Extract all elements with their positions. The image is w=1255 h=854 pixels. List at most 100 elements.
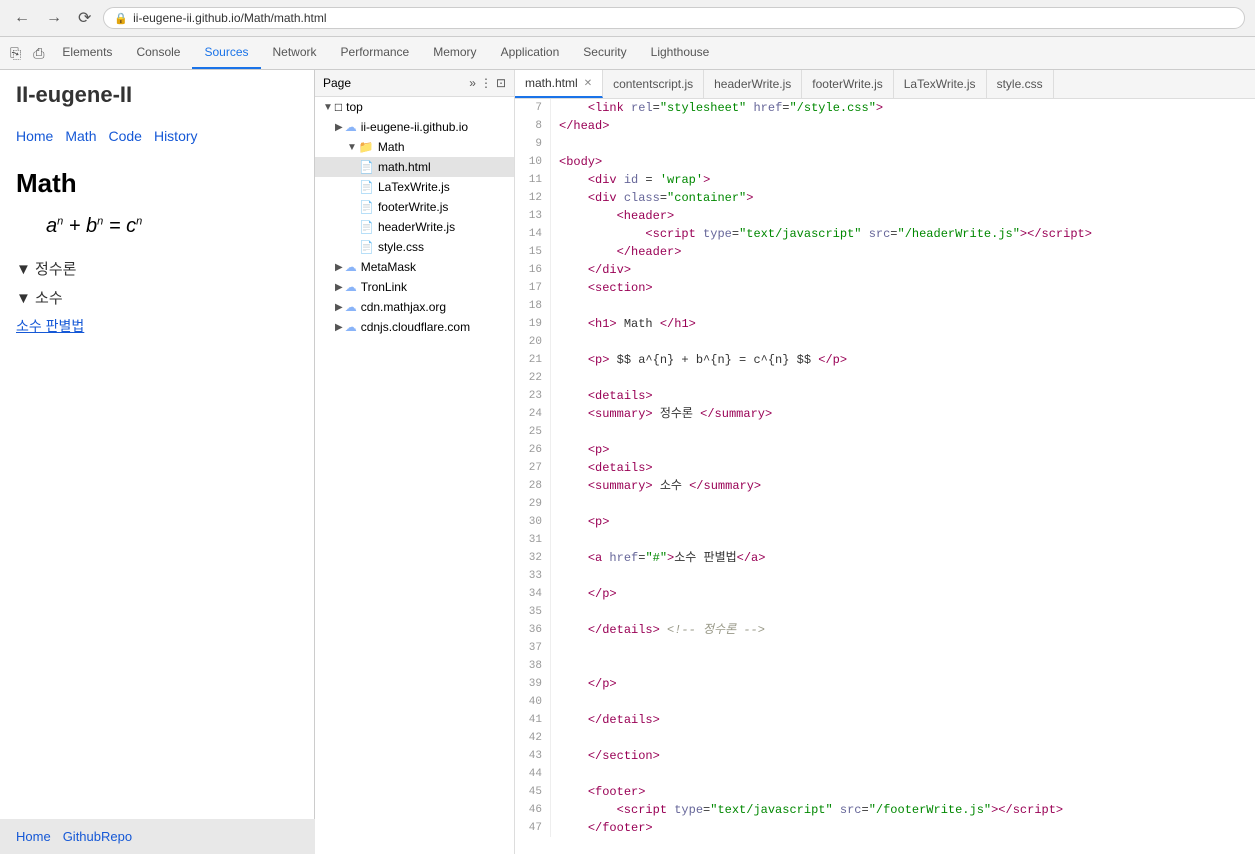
line-number-32: 32 <box>515 549 551 567</box>
tree-item-latex[interactable]: 📄 LaTexWrite.js <box>315 177 514 197</box>
back-button[interactable]: ← <box>10 7 34 29</box>
file-tree: Page » ⋮ ⊡ ▼ □ top ▶ ☁ ii-eugene-ii.gith… <box>315 70 515 854</box>
tree-toggle-button[interactable]: ⊡ <box>496 76 506 90</box>
code-content-41: </details> <box>559 711 660 729</box>
source-tab-style-label: style.css <box>997 77 1043 91</box>
tree-item-tronlink[interactable]: ▶ ☁ TronLink <box>315 277 514 297</box>
tree-item-math-html[interactable]: 📄 math.html <box>315 157 514 177</box>
tab-lighthouse[interactable]: Lighthouse <box>639 37 722 69</box>
site-content: Math an + bn = cn ▼ 정수론 ▼ 소수 소수 판별법 <box>0 152 314 352</box>
source-tab-contentscript[interactable]: contentscript.js <box>603 70 704 98</box>
code-line-26: 26 <p> <box>515 441 1255 459</box>
footer-home[interactable]: Home <box>16 829 51 844</box>
tree-label-top: top <box>346 100 363 114</box>
tree-item-header[interactable]: 📄 headerWrite.js <box>315 217 514 237</box>
section-toggle-prime[interactable]: ▼ 소수 <box>16 287 298 308</box>
source-tab-math-html-close[interactable]: ✕ <box>584 78 592 89</box>
code-line-16: 16 </div> <box>515 261 1255 279</box>
tree-label-footer: footerWrite.js <box>378 200 448 214</box>
tree-arrow-top: ▼ <box>323 102 333 113</box>
file-icon-latex: 📄 <box>359 180 374 194</box>
forward-button[interactable]: → <box>42 7 66 29</box>
address-bar[interactable]: 🔒 ii-eugene-ii.github.io/Math/math.html <box>103 7 1245 29</box>
source-tab-style[interactable]: style.css <box>987 70 1054 98</box>
nav-home[interactable]: Home <box>16 128 53 144</box>
tree-item-metamask[interactable]: ▶ ☁ MetaMask <box>315 257 514 277</box>
line-number-20: 20 <box>515 333 551 351</box>
line-number-19: 19 <box>515 315 551 333</box>
code-area[interactable]: 7 <link rel="stylesheet" href="/style.cs… <box>515 99 1255 854</box>
url-text: ii-eugene-ii.github.io/Math/math.html <box>133 11 326 25</box>
code-line-27: 27 <details> <box>515 459 1255 477</box>
line-number-11: 11 <box>515 171 551 189</box>
code-line-45: 45 <footer> <box>515 783 1255 801</box>
code-line-43: 43 </section> <box>515 747 1255 765</box>
tree-item-style[interactable]: 📄 style.css <box>315 237 514 257</box>
device-icon-button[interactable]: ⎙ <box>27 41 50 66</box>
tab-console[interactable]: Console <box>124 37 192 69</box>
line-number-44: 44 <box>515 765 551 783</box>
source-tab-math-html[interactable]: math.html ✕ <box>515 70 603 98</box>
inspect-icon-button[interactable]: ⎘ <box>4 41 27 66</box>
line-number-14: 14 <box>515 225 551 243</box>
site-header: II-eugene-II <box>0 70 314 120</box>
code-line-35: 35 <box>515 603 1255 621</box>
line-number-36: 36 <box>515 621 551 639</box>
code-content-28: <summary> 소수 </summary> <box>559 477 761 495</box>
tab-memory[interactable]: Memory <box>421 37 488 69</box>
tree-item-iieugene[interactable]: ▶ ☁ ii-eugene-ii.github.io <box>315 117 514 137</box>
tree-item-math[interactable]: ▼ 📁 Math <box>315 137 514 157</box>
footer-github[interactable]: GithubRepo <box>63 829 132 844</box>
code-line-18: 18 <box>515 297 1255 315</box>
code-content-21: <p> $$ a^{n} + b^{n} = c^{n} $$ </p> <box>559 351 847 369</box>
tree-more-button[interactable]: » <box>469 76 476 90</box>
code-content-15: </header> <box>559 243 681 261</box>
tab-network[interactable]: Network <box>261 37 329 69</box>
tree-arrow-tronlink: ▶ <box>335 282 343 293</box>
code-line-42: 42 <box>515 729 1255 747</box>
code-content-24: <summary> 정수론 </summary> <box>559 405 772 423</box>
code-line-9: 9 <box>515 135 1255 153</box>
tree-item-top[interactable]: ▼ □ top <box>315 97 514 117</box>
source-tab-latexwrite[interactable]: LaTexWrite.js <box>894 70 987 98</box>
line-number-37: 37 <box>515 639 551 657</box>
code-content-19: <h1> Math </h1> <box>559 315 696 333</box>
code-line-13: 13 <header> <box>515 207 1255 225</box>
source-tab-footerwrite[interactable]: footerWrite.js <box>802 70 893 98</box>
reload-button[interactable]: ⟳ <box>74 6 95 30</box>
code-line-47: 47 </footer> <box>515 819 1255 837</box>
line-number-25: 25 <box>515 423 551 441</box>
tab-application[interactable]: Application <box>489 37 572 69</box>
code-content-45: <footer> <box>559 783 645 801</box>
line-number-13: 13 <box>515 207 551 225</box>
line-number-28: 28 <box>515 477 551 495</box>
code-line-17: 17 <section> <box>515 279 1255 297</box>
tree-item-footer[interactable]: 📄 footerWrite.js <box>315 197 514 217</box>
tree-label-mathjax: cdn.mathjax.org <box>361 300 446 314</box>
source-tab-math-html-label: math.html <box>525 76 578 90</box>
tab-performance[interactable]: Performance <box>329 37 422 69</box>
nav-math[interactable]: Math <box>65 128 96 144</box>
line-number-34: 34 <box>515 585 551 603</box>
section-toggle-integers[interactable]: ▼ 정수론 <box>16 258 298 279</box>
line-number-40: 40 <box>515 693 551 711</box>
tab-elements[interactable]: Elements <box>50 37 124 69</box>
line-number-23: 23 <box>515 387 551 405</box>
code-line-31: 31 <box>515 531 1255 549</box>
code-line-8: 8</head> <box>515 117 1255 135</box>
tree-item-mathjax[interactable]: ▶ ☁ cdn.mathjax.org <box>315 297 514 317</box>
nav-code[interactable]: Code <box>108 128 141 144</box>
code-content-11: <div id = 'wrap'> <box>559 171 710 189</box>
tree-arrow-metamask: ▶ <box>335 262 343 273</box>
code-content-10: <body> <box>559 153 602 171</box>
prime-link[interactable]: 소수 판별법 <box>16 316 298 336</box>
tree-options-button[interactable]: ⋮ <box>480 76 492 90</box>
page-label: Page <box>323 76 351 90</box>
nav-history[interactable]: History <box>154 128 198 144</box>
browser-nav: ← → ⟳ 🔒 ii-eugene-ii.github.io/Math/math… <box>0 0 1255 36</box>
tab-sources[interactable]: Sources <box>192 37 260 69</box>
source-tab-headerwrite[interactable]: headerWrite.js <box>704 70 802 98</box>
tab-security[interactable]: Security <box>571 37 638 69</box>
tree-item-cloudflare[interactable]: ▶ ☁ cdnjs.cloudflare.com <box>315 317 514 337</box>
line-number-39: 39 <box>515 675 551 693</box>
